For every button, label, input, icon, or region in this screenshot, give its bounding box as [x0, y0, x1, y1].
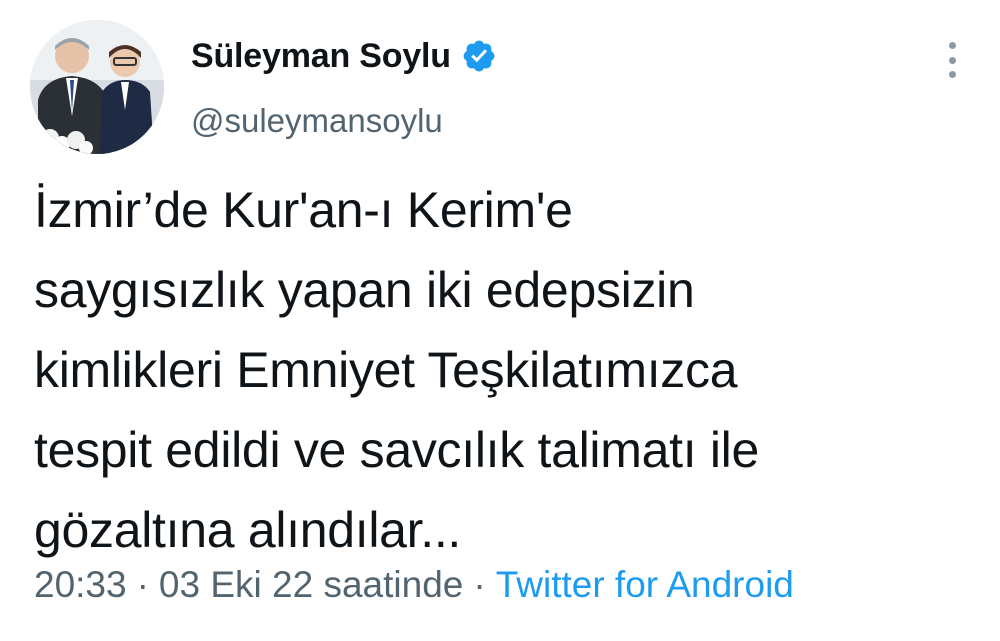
- author-name-row: Süleyman Soylu: [191, 36, 497, 76]
- more-vertical-icon-dot: [948, 71, 956, 78]
- tweet-source-link[interactable]: Twitter for Android: [496, 564, 794, 605]
- meta-separator: ·: [473, 564, 486, 605]
- tweet-meta: 20:33 · 03 Eki 22 saatinde · Twitter for And…: [34, 560, 794, 610]
- tweet-card: Süleyman Soylu @suleymansoylu İzmir’de K…: [0, 0, 1000, 641]
- tweet-text: İzmir’de Kur'an-ı Kerim'e saygısızlık ya…: [34, 182, 760, 558]
- author-avatar[interactable]: [30, 20, 164, 154]
- profile-photo: [30, 20, 164, 154]
- more-vertical-icon-dot: [948, 56, 956, 64]
- meta-separator: ·: [136, 564, 149, 605]
- more-vertical-icon: [948, 42, 956, 49]
- tweet-date[interactable]: 03 Eki 22 saatinde: [159, 564, 463, 605]
- tweet-time[interactable]: 20:33: [34, 564, 127, 605]
- more-options-button[interactable]: [938, 38, 966, 82]
- verified-badge-icon: [463, 40, 495, 72]
- author-handle[interactable]: @suleymansoylu: [191, 101, 443, 141]
- author-display-name[interactable]: Süleyman Soylu: [191, 36, 451, 76]
